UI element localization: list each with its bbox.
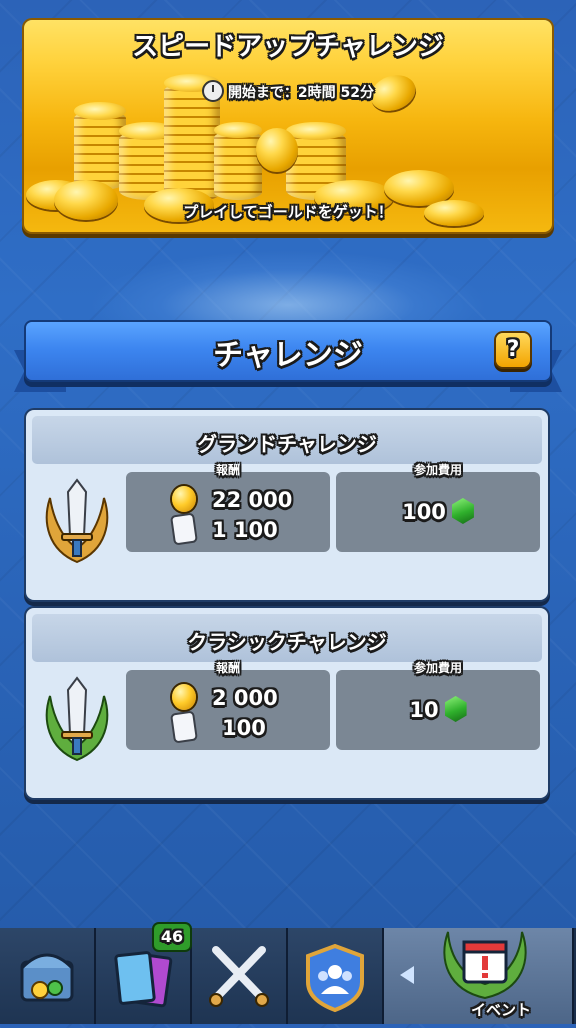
events-calendar-icon: [443, 931, 527, 1000]
classic-challenge-card[interactable]: クラシックチャレンジ 報酬 2 000 100 参加費用 10: [26, 608, 548, 798]
card-reward: 100: [172, 712, 266, 742]
tab-shop[interactable]: [0, 928, 96, 1024]
coin-stack-top: [74, 102, 126, 120]
gem-icon: [451, 498, 474, 524]
clock-icon: [201, 80, 224, 102]
gold-reward: 2 000: [172, 684, 278, 710]
entry-fee-box[interactable]: 参加費用 100: [336, 463, 540, 552]
speed-challenge-banner[interactable]: スピードアップチャレンジ 開始まで：2時間 52分 プレイしてゴールドをゲット！: [24, 20, 552, 232]
tab-cards[interactable]: 46: [96, 924, 192, 1024]
reward-label: 報酬: [215, 661, 240, 675]
bottom-nav: 46 イベント: [0, 924, 576, 1024]
gold-coin-icon: [172, 684, 196, 710]
card-header: クラシックチャレンジ: [32, 614, 542, 662]
card-value: 1 100: [212, 518, 278, 542]
timer-text: 開始まで：2時間 52分: [227, 85, 375, 101]
reward-box: 報酬 2 000 100: [126, 661, 330, 750]
coin-stack-top: [214, 122, 262, 138]
card-value: 100: [222, 716, 266, 740]
coin-stack: [214, 130, 262, 200]
tab-events[interactable]: イベント: [384, 928, 574, 1024]
fee-value-row: 100: [336, 498, 540, 524]
fee-value: 100: [402, 500, 446, 524]
battle-swords-icon: [209, 946, 269, 1007]
shop-chest-icon: [20, 953, 74, 1002]
gold-reward: 22 000: [172, 486, 293, 512]
section-title: チャレンジ: [213, 338, 363, 373]
gold-coin-icon: [172, 486, 196, 512]
entry-fee-box[interactable]: 参加費用 10: [336, 661, 540, 750]
grand-challenge-card[interactable]: グランドチャレンジ 報酬 22 000 1 100 参加費用 100: [26, 410, 548, 600]
card-header: グランドチャレンジ: [32, 416, 542, 464]
speed-challenge-title: スピードアップチャレンジ: [132, 32, 444, 62]
card-reward: 1 100: [172, 514, 278, 544]
fee-value-row: 10: [336, 696, 540, 722]
challenge-title: クラシックチャレンジ: [187, 630, 387, 654]
reward-box: 報酬 22 000 1 100: [126, 463, 330, 552]
gold-sword-badge-icon: [45, 478, 109, 564]
clan-icon: [306, 943, 364, 1013]
cards-count-badge: 46: [154, 924, 190, 950]
fee-label: 参加費用: [413, 661, 462, 675]
gold-value: 22 000: [212, 488, 293, 512]
gem-icon: [444, 696, 467, 722]
fee-label: 参加費用: [413, 463, 462, 477]
coin: [256, 128, 298, 172]
reward-label: 報酬: [215, 463, 240, 477]
gold-value: 2 000: [212, 686, 278, 710]
speed-challenge-footer: プレイしてゴールドをゲット！: [183, 203, 393, 221]
start-timer: 開始まで：2時間 52分: [24, 80, 552, 102]
chevron-left-icon: [400, 966, 414, 984]
challenges-header: チャレンジ ?: [26, 322, 550, 380]
green-sword-badge-icon: [45, 676, 109, 762]
card-icon: [172, 514, 196, 544]
help-button[interactable]: ?: [496, 333, 530, 367]
card-icon: [172, 712, 196, 742]
tab-events-label: イベント: [470, 1001, 531, 1019]
fee-value: 10: [409, 698, 439, 722]
coin-stack-top: [286, 122, 346, 140]
challenge-title: グランドチャレンジ: [197, 432, 377, 456]
tab-clan[interactable]: [288, 928, 384, 1024]
tab-battle[interactable]: [192, 928, 288, 1024]
